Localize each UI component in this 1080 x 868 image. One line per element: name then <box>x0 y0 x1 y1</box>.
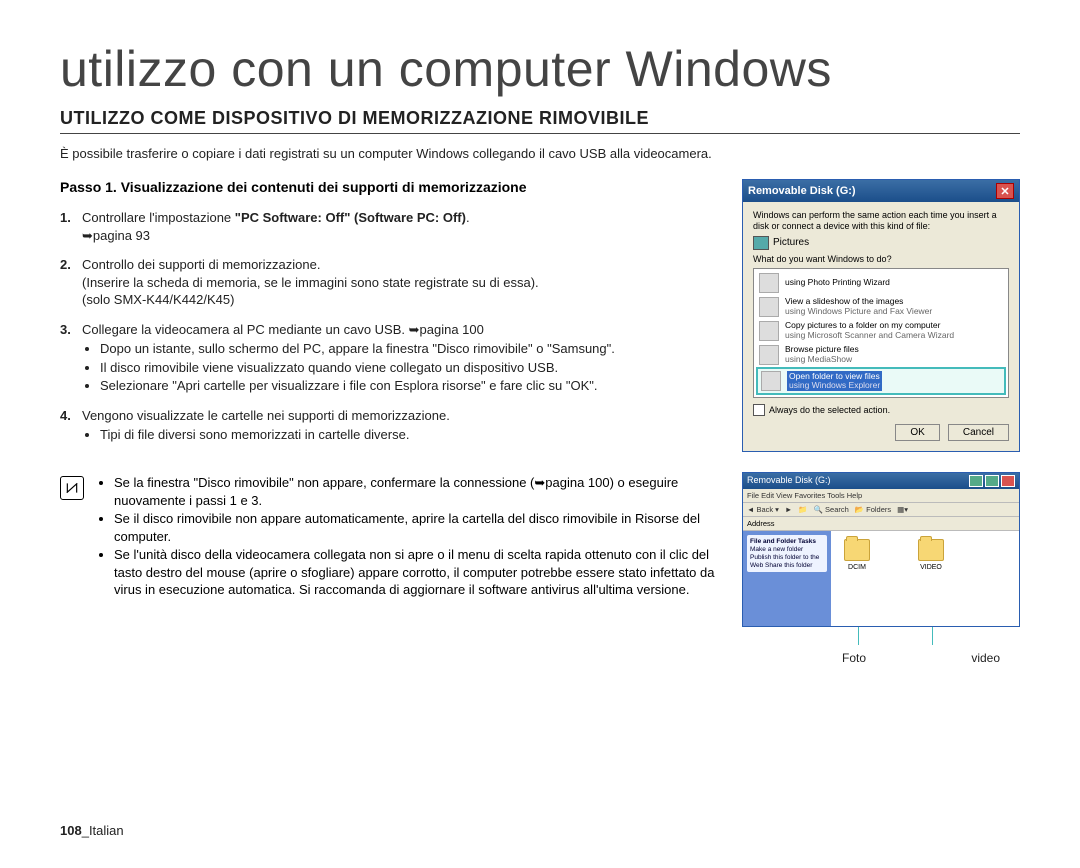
folder-video[interactable]: VIDEO <box>911 539 951 618</box>
page-footer: 108_Italian <box>60 823 124 838</box>
dialog-pictures-label: Pictures <box>773 237 809 248</box>
label-foto: Foto <box>842 651 866 665</box>
step-2-text: Controllo dei supporti di memorizzazione… <box>82 257 320 272</box>
side-panel-title: File and Folder Tasks <box>750 538 816 545</box>
step-2: 2. Controllo dei supporti di memorizzazi… <box>60 256 722 309</box>
always-checkbox[interactable] <box>753 404 765 416</box>
step-2-sub1: (Inserire la scheda di memoria, se le im… <box>82 275 539 290</box>
dialog-message: Windows can perform the same action each… <box>753 210 1009 232</box>
step-3-num: 3. <box>60 321 71 339</box>
explorer-file-pane[interactable]: DCIM VIDEO <box>831 531 1019 626</box>
explorer-addressbar[interactable]: Address <box>743 517 1019 531</box>
forward-button[interactable]: ► <box>785 505 792 514</box>
dialog-question: What do you want Windows to do? <box>753 254 1009 264</box>
step-1: 1. Controllare l'impostazione "PC Softwa… <box>60 209 722 244</box>
page-number: 108 <box>60 823 82 838</box>
label-video: video <box>971 651 1000 665</box>
intro-text: È possibile trasferire o copiare i dati … <box>60 146 1020 161</box>
note-3: Se l'unità disco della videocamera colle… <box>114 546 722 599</box>
page-title: utilizzo con un computer Windows <box>60 40 1020 98</box>
step-2-num: 2. <box>60 256 71 274</box>
step-1-ref: ➥pagina 93 <box>82 228 150 243</box>
close-icon[interactable] <box>1001 475 1015 487</box>
note-icon <box>60 476 84 500</box>
always-label: Always do the selected action. <box>769 405 890 415</box>
pictures-icon <box>753 236 769 250</box>
step-1-num: 1. <box>60 209 71 227</box>
note-1: Se la finestra "Disco rimovibile" non ap… <box>114 474 722 509</box>
folder-dcim[interactable]: DCIM <box>837 539 877 618</box>
step-3-b3: Selezionare "Apri cartelle per visualizz… <box>100 377 722 395</box>
minimize-icon[interactable] <box>969 475 983 487</box>
removable-disk-dialog: Removable Disk (G:) ✕ Windows can perfor… <box>742 179 1020 452</box>
section-heading: UTILIZZO COME DISPOSITIVO DI MEMORIZZAZI… <box>60 108 1020 134</box>
printer-icon <box>759 273 779 293</box>
search-button[interactable]: 🔍 Search <box>814 505 849 514</box>
dialog-option-1[interactable]: using Photo Printing Wizard <box>756 271 1006 295</box>
dialog-title: Removable Disk (G:) <box>748 185 856 197</box>
step-1-bold: "PC Software: Off" (Software PC: Off) <box>235 210 466 225</box>
side-panel-items[interactable]: Make a new folder Publish this folder to… <box>750 546 819 569</box>
step-3: 3. Collegare la videocamera al PC median… <box>60 321 722 395</box>
step-1-text-b: . <box>466 210 470 225</box>
views-button[interactable]: ▦▾ <box>897 505 908 514</box>
camera-icon <box>759 321 779 341</box>
dialog-option-2[interactable]: View a slideshow of the imagesusing Wind… <box>756 295 1006 319</box>
up-button[interactable]: 📁 <box>798 505 807 514</box>
explorer-window: Removable Disk (G:) File Edit View Favor… <box>742 472 1020 627</box>
close-icon[interactable]: ✕ <box>996 183 1014 199</box>
folders-button[interactable]: 📂 Folders <box>855 505 891 514</box>
note-2: Se il disco rimovibile non appare automa… <box>114 510 722 545</box>
step-heading: Passo 1. Visualizzazione dei contenuti d… <box>60 179 722 195</box>
step-2-sub2: (solo SMX-K44/K442/K45) <box>82 292 234 307</box>
step-4-num: 4. <box>60 407 71 425</box>
step-3-b2: Il disco rimovibile viene visualizzato q… <box>100 359 722 377</box>
cancel-button[interactable]: Cancel <box>948 424 1009 441</box>
step-4-text: Vengono visualizzate le cartelle nei sup… <box>82 408 450 423</box>
explorer-menubar[interactable]: File Edit View Favorites Tools Help <box>743 489 1019 503</box>
dialog-option-5[interactable]: Open folder to view filesusing Windows E… <box>756 367 1006 396</box>
ok-button[interactable]: OK <box>895 424 939 441</box>
folder-icon <box>844 539 870 561</box>
folder-open-icon <box>761 371 781 391</box>
step-1-text-a: Controllare l'impostazione <box>82 210 235 225</box>
step-4-b1: Tipi di file diversi sono memorizzati in… <box>100 426 722 444</box>
folder-icon <box>918 539 944 561</box>
back-button[interactable]: ◄ Back ▾ <box>747 505 779 514</box>
slideshow-icon <box>759 297 779 317</box>
explorer-sidebar: File and Folder Tasks Make a new folder … <box>743 531 831 626</box>
explorer-title: Removable Disk (G:) <box>747 475 831 487</box>
mediashow-icon <box>759 345 779 365</box>
dialog-option-3[interactable]: Copy pictures to a folder on my computer… <box>756 319 1006 343</box>
step-3-text: Collegare la videocamera al PC mediante … <box>82 322 484 337</box>
step-3-b1: Dopo un istante, sullo schermo del PC, a… <box>100 340 722 358</box>
maximize-icon[interactable] <box>985 475 999 487</box>
dialog-option-list[interactable]: using Photo Printing Wizard View a slide… <box>753 268 1009 399</box>
explorer-toolbar[interactable]: ◄ Back ▾ ► 📁 🔍 Search 📂 Folders ▦▾ <box>743 503 1019 517</box>
page-lang: Italian <box>89 823 124 838</box>
step-4: 4. Vengono visualizzate le cartelle nei … <box>60 407 722 444</box>
dialog-option-4[interactable]: Browse picture filesusing MediaShow <box>756 343 1006 367</box>
